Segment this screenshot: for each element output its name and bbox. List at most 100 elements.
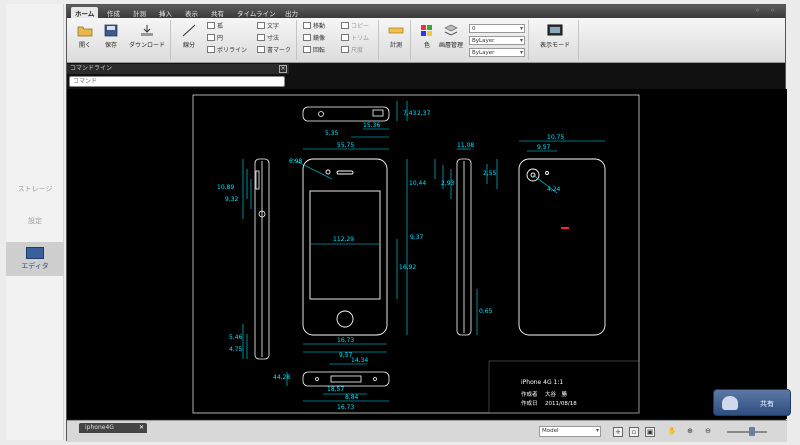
author-label: 作成者 [521, 390, 538, 398]
scale-button[interactable]: 尺度 [341, 46, 363, 56]
svg-text:4,75: 4,75 [229, 346, 243, 353]
download-icon [141, 25, 153, 36]
polyline-button[interactable]: ポリライン [207, 46, 247, 56]
file-group: 開く 保存 ダウンロード [67, 20, 171, 60]
nav-item-editor-label: エディタ [21, 262, 49, 270]
mirror-label: 鏡像 [313, 35, 326, 42]
arc-button[interactable]: 孤 [207, 22, 223, 32]
hatch-button[interactable]: 書マーク [257, 46, 291, 56]
drawing-canvas[interactable]: 112,29 9,37 16,92 16,73 5,35 15,36 55,75… [67, 89, 787, 419]
modify-group: 移動 鏡像 回転 コピー トリム 尺度 [299, 20, 379, 60]
ruler-icon [388, 27, 404, 34]
trim-button[interactable]: トリム [341, 34, 369, 44]
bottom-view [302, 371, 390, 387]
cad-window: ホーム 作成 計測 挿入 表示 共有 タイムライン 出力 ◦ ◦ 開く 保存 ダ… [66, 4, 787, 442]
svg-text:16,92: 16,92 [399, 264, 416, 271]
save-label: 保存 [104, 42, 117, 49]
mirror-button[interactable]: 鏡像 [303, 34, 325, 44]
zoom-in-icon[interactable]: ⊕ [685, 427, 695, 437]
scale-label: 尺度 [351, 47, 364, 54]
svg-text:9,37: 9,37 [410, 234, 424, 241]
svg-text:10,89: 10,89 [217, 184, 234, 191]
svg-text:2,55: 2,55 [483, 170, 497, 177]
linetype-select-value: ByLayer [472, 38, 495, 44]
linetype-select[interactable]: ByLayer [469, 36, 525, 45]
copy-icon [341, 22, 349, 29]
command-input[interactable] [69, 76, 285, 87]
display-mode-button[interactable]: 表示モード [535, 22, 575, 60]
window-controls[interactable]: ◦ ◦ [755, 6, 779, 15]
cad-drawing: 112,29 9,37 16,92 16,73 5,35 15,36 55,75… [192, 94, 640, 414]
tab-create[interactable]: 作成 [103, 7, 124, 18]
front-view [302, 158, 388, 336]
text-label: 文字 [267, 23, 280, 30]
close-tab-icon[interactable]: ✕ [139, 423, 144, 433]
nav-item-storage[interactable]: ストレージ [6, 172, 64, 206]
tab-home[interactable]: ホーム [71, 7, 99, 18]
svg-text:5,46: 5,46 [229, 334, 243, 341]
dim-button[interactable]: 寸法 [257, 34, 279, 44]
grid-icon[interactable]: + [613, 427, 623, 437]
circle-button[interactable]: 円 [207, 34, 223, 44]
text-icon [257, 22, 265, 29]
command-line-close-button[interactable]: × [279, 65, 287, 73]
share-button[interactable]: 共有 [713, 389, 791, 416]
polyline-label: ポリライン [217, 47, 248, 54]
hatch-icon [257, 46, 265, 53]
pan-icon[interactable]: ✋ [667, 427, 677, 437]
measure-group: 計測 [381, 20, 411, 60]
side-view-left [254, 158, 270, 360]
tab-timeline[interactable]: タイムライン [233, 7, 280, 18]
move-button[interactable]: 移動 [303, 22, 325, 32]
zoom-slider-handle[interactable] [749, 427, 755, 436]
folder-icon [77, 26, 93, 37]
tab-output[interactable]: 出力 [281, 7, 302, 18]
download-button[interactable]: ダウンロード [127, 22, 167, 60]
open-button[interactable]: 開く [71, 22, 99, 60]
ortho-icon[interactable]: ▣ [645, 427, 655, 437]
zoom-slider-track[interactable] [727, 431, 767, 433]
line-button[interactable]: 線分 [175, 22, 203, 60]
save-button[interactable]: 保存 [97, 22, 125, 60]
color-grid-icon [421, 25, 432, 36]
svg-text:55,75: 55,75 [337, 142, 354, 149]
sheet-border [192, 94, 640, 414]
layout-select[interactable]: Model [539, 426, 601, 437]
lineweight-select-value: ByLayer [472, 50, 495, 56]
nav-item-settings[interactable]: 設定 [6, 204, 64, 238]
circle-label: 円 [217, 35, 224, 42]
app-root: ストレージ 設定 エディタ ホーム 作成 計測 挿入 表示 共有 タイムライン … [0, 0, 800, 445]
command-line-header: コマンドライン × [67, 64, 289, 74]
title-block: iPhone 4G 1:1 作成者 大谷 勝 作成日 2011/08/18 [488, 360, 640, 414]
svg-text:2,93: 2,93 [441, 180, 455, 187]
ribbon-tab-strip: ホーム 作成 計測 挿入 表示 共有 タイムライン 出力 ◦ ◦ [67, 5, 785, 18]
share-label: 共有 [760, 400, 774, 408]
document-tab[interactable]: iphone4G ✕ [79, 423, 147, 433]
trim-icon [341, 34, 349, 41]
measure-label: 計測 [389, 42, 402, 49]
tab-view[interactable]: 表示 [181, 7, 202, 18]
red-marker [561, 227, 569, 229]
tab-share[interactable]: 共有 [207, 7, 228, 18]
svg-text:5,35: 5,35 [325, 130, 339, 137]
tab-measure[interactable]: 計測 [129, 7, 150, 18]
nav-item-settings-label: 設定 [28, 217, 42, 225]
svg-text:2,37: 2,37 [417, 110, 431, 117]
rotate-button[interactable]: 回転 [303, 46, 325, 56]
nav-item-editor[interactable]: エディタ [6, 242, 64, 276]
line-icon [182, 24, 196, 37]
measure-button[interactable]: 計測 [382, 22, 410, 60]
move-icon [303, 22, 311, 29]
svg-text:112,29: 112,29 [333, 236, 354, 243]
lineweight-select[interactable]: ByLayer [469, 48, 525, 57]
layers-icon [444, 24, 458, 36]
copy-label: コピー [351, 23, 370, 30]
zoom-out-icon[interactable]: ⊖ [703, 427, 713, 437]
layer-select[interactable]: 0 [469, 24, 525, 33]
tab-insert[interactable]: 挿入 [155, 7, 176, 18]
layer-manager-button[interactable]: 画層管理 [437, 22, 465, 60]
snap-icon[interactable]: ▫ [629, 427, 639, 437]
copy-button[interactable]: コピー [341, 22, 369, 32]
text-button[interactable]: 文字 [257, 22, 279, 32]
back-view [518, 158, 606, 336]
